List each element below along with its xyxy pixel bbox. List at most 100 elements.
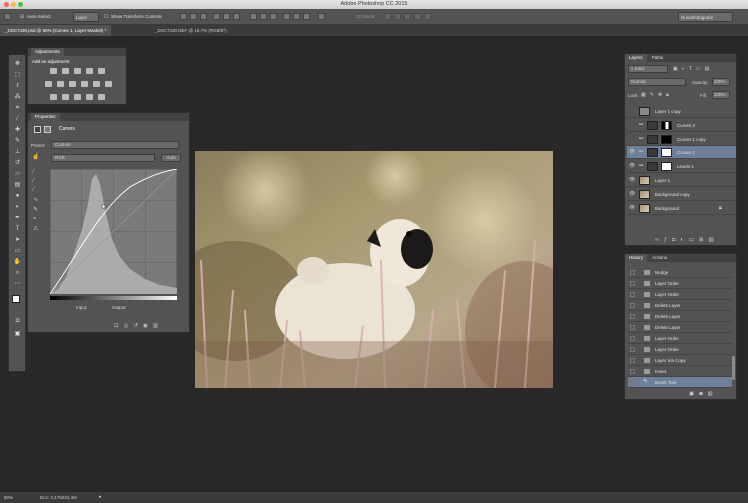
align-hcenter-icon[interactable] <box>223 13 230 20</box>
distribute-hcenter-icon[interactable] <box>293 13 300 20</box>
smooth-curve-icon[interactable]: ≈ <box>33 216 38 222</box>
filter-smart-icon[interactable]: ▤ <box>705 66 710 72</box>
visibility-eye-icon[interactable]: 👁︎ <box>629 202 635 214</box>
history-state[interactable]: Layer Via Copy <box>628 355 732 366</box>
tab-properties[interactable]: Properties <box>31 113 60 121</box>
distribute-vcenter-icon[interactable] <box>260 13 267 20</box>
history-brush-source-checkbox[interactable] <box>630 369 635 374</box>
lock-pixels-icon[interactable]: ✎ <box>650 92 654 98</box>
align-top-icon[interactable] <box>180 13 187 20</box>
close-window-button[interactable] <box>4 2 9 7</box>
visibility-eye-icon[interactable] <box>629 105 635 117</box>
dodge-tool-icon[interactable]: ◐ <box>13 203 22 211</box>
doc-tab-nef[interactable]: _DSC7430.NEF @ 16,7% (RGB/8*) <box>150 25 232 36</box>
preset-dropdown[interactable]: Custom <box>51 141 179 149</box>
layer-row[interactable]: ⚯ Curves 1 copy <box>627 133 736 146</box>
align-right-icon[interactable] <box>233 13 240 20</box>
history-state[interactable]: Layer Order <box>628 344 732 355</box>
color-lookup-icon[interactable] <box>105 81 112 87</box>
delete-adjustment-icon[interactable]: ▥ <box>153 323 158 329</box>
path-selection-tool-icon[interactable]: ➤ <box>13 236 22 244</box>
eyedropper-white-icon[interactable]: ⁄ <box>33 187 38 193</box>
layer-mask-thumbnail[interactable] <box>661 120 672 130</box>
visibility-eye-icon[interactable]: 👁︎ <box>629 188 635 200</box>
3d-rotate-icon[interactable] <box>384 13 391 20</box>
color-balance-icon[interactable] <box>57 81 64 87</box>
eraser-tool-icon[interactable]: ▱ <box>13 170 22 178</box>
visibility-eye-icon[interactable]: 👁︎ <box>629 160 635 172</box>
quick-select-tool-icon[interactable]: ⁂ <box>13 93 22 101</box>
invert-icon[interactable] <box>50 94 57 100</box>
adjustment-link-icon[interactable]: ⚯ <box>639 119 643 132</box>
brightness-icon[interactable] <box>50 68 57 74</box>
new-group-icon[interactable]: ▭ <box>689 237 694 243</box>
history-brush-source-checkbox[interactable] <box>630 347 635 352</box>
levels-icon[interactable] <box>62 68 69 74</box>
channel-mixer-icon[interactable] <box>93 81 100 87</box>
3d-slide-icon[interactable] <box>414 13 421 20</box>
history-brush-source-checkbox[interactable] <box>630 281 635 286</box>
tab-paths[interactable]: Paths <box>648 54 668 62</box>
history-state[interactable]: ✎ Brush Tool <box>628 377 732 388</box>
visibility-toggle-icon[interactable]: ◉ <box>143 323 148 329</box>
photo-filter-icon[interactable] <box>81 81 88 87</box>
curve-control-point[interactable] <box>101 204 106 209</box>
pen-tool-icon[interactable]: ✒ <box>13 214 22 222</box>
history-state[interactable]: Delete Layer <box>628 322 732 333</box>
layer-row[interactable]: 👁︎ Background copy <box>627 188 736 201</box>
curve-point-tool-icon[interactable]: ∿ <box>33 196 38 203</box>
align-vcenter-icon[interactable] <box>190 13 197 20</box>
lock-position-icon[interactable]: ✥ <box>658 92 662 98</box>
eyedropper-gray-icon[interactable]: ⁄ <box>33 178 38 184</box>
curves-icon[interactable] <box>74 68 81 74</box>
layer-row[interactable]: 👁︎ ⚯ Levels 1 <box>627 160 736 174</box>
layer-mask-thumbnail[interactable] <box>661 134 672 144</box>
layer-style-icon[interactable]: ƒ <box>664 237 667 243</box>
visibility-eye-icon[interactable]: 👁︎ <box>629 174 635 186</box>
workspace-switcher[interactable]: Hundefotografie <box>678 12 733 22</box>
crop-tool-icon[interactable]: ⌗ <box>13 104 22 112</box>
tab-layers[interactable]: Layers <box>625 54 647 62</box>
link-layers-icon[interactable]: ∞ <box>655 237 659 243</box>
exposure-icon[interactable] <box>86 68 93 74</box>
hue-saturation-icon[interactable] <box>45 81 52 87</box>
3d-roll-icon[interactable] <box>394 13 401 20</box>
align-left-icon[interactable] <box>213 13 220 20</box>
layer-thumbnail[interactable] <box>647 134 658 144</box>
selective-color-icon[interactable] <box>98 94 105 100</box>
opacity-field[interactable]: 100% <box>712 78 730 86</box>
history-scrollbar[interactable] <box>732 356 735 380</box>
layer-thumbnail[interactable] <box>647 162 658 172</box>
auto-align-icon[interactable] <box>318 13 325 20</box>
blur-tool-icon[interactable]: ● <box>13 192 22 200</box>
history-brush-source-checkbox[interactable] <box>630 336 635 341</box>
zoom-level[interactable]: 50% <box>4 492 13 503</box>
filter-shape-icon[interactable]: ▭ <box>696 66 701 72</box>
show-transform-checkbox[interactable]: ☐ <box>104 12 108 22</box>
tab-actions[interactable]: Actions <box>648 254 671 262</box>
history-brush-source-checkbox[interactable] <box>630 303 635 308</box>
layer-mask-icon[interactable] <box>44 126 51 133</box>
distribute-left-icon[interactable] <box>283 13 290 20</box>
adjustment-link-icon[interactable]: ⚯ <box>639 146 643 159</box>
visibility-eye-icon[interactable]: 👁︎ <box>629 146 635 158</box>
tab-history[interactable]: History <box>625 254 648 262</box>
layer-mask-thumbnail[interactable] <box>661 148 672 158</box>
healing-brush-tool-icon[interactable]: ✚ <box>13 126 22 134</box>
layer-row[interactable]: 👁︎ Layer 1 <box>627 174 736 187</box>
document-canvas[interactable] <box>195 151 553 388</box>
view-previous-state-icon[interactable]: ◎ <box>124 323 129 329</box>
history-brush-source-checkbox[interactable] <box>630 314 635 319</box>
add-mask-icon[interactable]: ◘ <box>672 237 675 243</box>
history-state[interactable]: Delete Layer <box>628 311 732 322</box>
filter-pixel-icon[interactable]: ▣ <box>673 66 678 72</box>
quick-mask-icon[interactable]: ◘ <box>13 317 22 325</box>
screen-mode-icon[interactable]: ▣ <box>13 330 22 338</box>
auto-select-dropdown[interactable]: Layer <box>73 12 99 22</box>
clone-stamp-tool-icon[interactable]: ⊥ <box>13 148 22 156</box>
marquee-tool-icon[interactable]: ⬚ <box>13 71 22 79</box>
visibility-eye-icon[interactable] <box>629 133 635 145</box>
adjustment-link-icon[interactable]: ⚯ <box>639 160 643 173</box>
eyedropper-tool-icon[interactable]: ⁄ <box>13 115 22 123</box>
zoom-tool-icon[interactable]: ⌕ <box>13 269 22 277</box>
